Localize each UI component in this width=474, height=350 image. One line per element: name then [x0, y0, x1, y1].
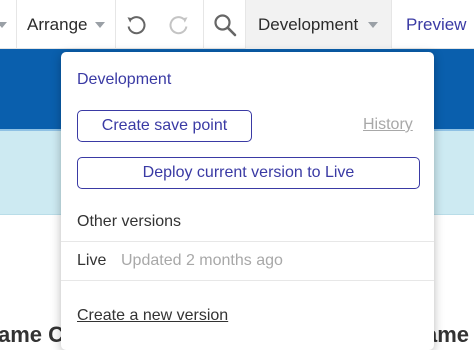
arrange-label: Arrange	[27, 14, 88, 34]
undo-button[interactable]	[124, 0, 148, 49]
preview-button[interactable]: Preview	[406, 0, 466, 49]
deploy-to-live-button[interactable]: Deploy current version to Live	[77, 157, 420, 189]
create-new-version-link[interactable]: Create a new version	[77, 307, 228, 325]
other-versions-label: Other versions	[77, 213, 182, 230]
version-name: Live	[77, 252, 107, 269]
toolbar-divider	[391, 0, 392, 49]
divider	[61, 280, 434, 281]
toolbar-divider	[203, 0, 204, 49]
redo-button[interactable]	[167, 0, 191, 49]
version-selector[interactable]: Development	[246, 0, 391, 49]
version-row-live[interactable]: Live Updated 2 months ago	[61, 242, 434, 280]
top-toolbar: Arrange Development Preview	[0, 0, 474, 49]
version-dropdown: Development Create save point History De…	[61, 52, 434, 350]
preview-label: Preview	[406, 14, 467, 34]
create-save-point-button[interactable]: Create save point	[77, 110, 252, 142]
redo-icon	[167, 13, 191, 37]
chevron-down-icon	[95, 21, 106, 28]
version-selector-label: Development	[258, 14, 359, 34]
chevron-down-icon	[368, 21, 379, 28]
toolbar-divider	[16, 0, 17, 49]
version-updated-status: Updated 2 months ago	[121, 252, 283, 269]
arrange-menu[interactable]: Arrange	[27, 0, 106, 49]
history-link[interactable]: History	[363, 116, 413, 134]
chevron-down-icon	[0, 21, 7, 28]
previous-menu-caret[interactable]	[0, 0, 12, 49]
search-button[interactable]	[212, 0, 238, 49]
search-icon	[212, 12, 238, 38]
toolbar-divider	[115, 0, 116, 49]
undo-icon	[124, 13, 148, 37]
dropdown-title: Development	[77, 71, 172, 88]
